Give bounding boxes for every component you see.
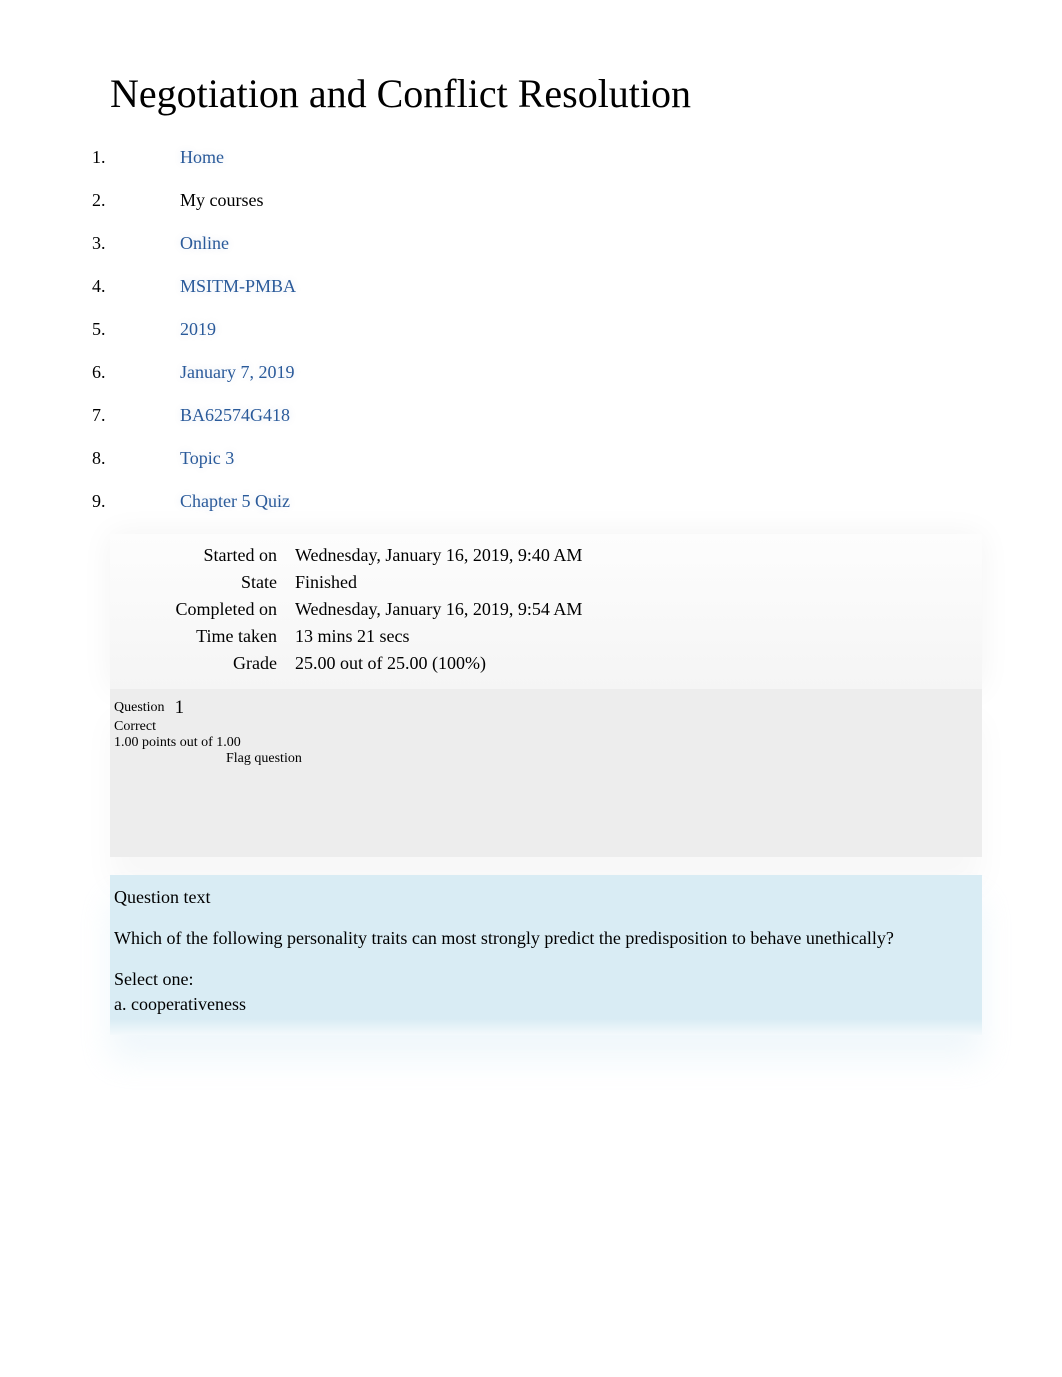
breadcrumb-item-home: Home [110,147,982,168]
summary-value-state: Finished [295,569,982,596]
select-one-label: Select one: [114,969,978,990]
summary-row-started-on: Started on Wednesday, January 16, 2019, … [110,542,982,569]
breadcrumb-link-chapter-5-quiz[interactable]: Chapter 5 Quiz [180,491,290,511]
attempt-summary: Started on Wednesday, January 16, 2019, … [110,534,982,689]
summary-label-completed-on: Completed on [110,596,295,623]
option-a-text: cooperativeness [131,994,246,1014]
question-info-block: Question 1 Correct 1.00 points out of 1.… [110,689,982,857]
summary-value-completed-on: Wednesday, January 16, 2019, 9:54 AM [295,596,982,623]
summary-label-grade: Grade [110,650,295,677]
question-points: 1.00 points out of 1.00 [114,735,982,751]
breadcrumb-link-msitm-pmba[interactable]: MSITM-PMBA [180,276,296,296]
breadcrumb-text-my-courses: My courses [180,190,264,210]
question-number-line: Question 1 [114,697,982,719]
breadcrumb-item-january-7-2019: January 7, 2019 [110,362,982,383]
question-status: Correct [114,719,982,735]
question-content: Question text Which of the following per… [110,875,982,1035]
summary-row-time-taken: Time taken 13 mins 21 secs [110,623,982,650]
summary-row-state: State Finished [110,569,982,596]
summary-label-started-on: Started on [110,542,295,569]
option-a-letter: a. [114,994,127,1014]
option-a[interactable]: a. cooperativeness [114,994,978,1015]
breadcrumb-item-2019: 2019 [110,319,982,340]
breadcrumb-link-topic-3[interactable]: Topic 3 [180,448,234,468]
breadcrumb-item-chapter-5-quiz: Chapter 5 Quiz [110,491,982,512]
breadcrumb-item-topic-3: Topic 3 [110,448,982,469]
summary-row-grade: Grade 25.00 out of 25.00 (100%) [110,650,982,677]
summary-row-completed-on: Completed on Wednesday, January 16, 2019… [110,596,982,623]
summary-value-started-on: Wednesday, January 16, 2019, 9:40 AM [295,542,982,569]
breadcrumb-item-my-courses: My courses [110,190,982,211]
summary-value-time-taken: 13 mins 21 secs [295,623,982,650]
breadcrumb-item-msitm-pmba: MSITM-PMBA [110,276,982,297]
breadcrumb-link-online[interactable]: Online [180,233,229,253]
question-text-heading: Question text [114,887,978,908]
flag-question-link[interactable]: Flag question [114,751,982,767]
summary-label-state: State [110,569,295,596]
question-text-body: Which of the following personality trait… [114,926,978,951]
breadcrumb-link-home[interactable]: Home [180,147,224,167]
breadcrumb-item-ba62574g418: BA62574G418 [110,405,982,426]
question-header: Question 1 Correct 1.00 points out of 1.… [110,697,982,767]
breadcrumb: Home My courses Online MSITM-PMBA 2019 J… [110,147,982,512]
breadcrumb-item-online: Online [110,233,982,254]
breadcrumb-link-january[interactable]: January 7, 2019 [180,362,294,382]
breadcrumb-link-2019[interactable]: 2019 [180,319,216,339]
question-label: Question [114,700,165,716]
summary-label-time-taken: Time taken [110,623,295,650]
question-number: 1 [175,697,185,719]
breadcrumb-link-ba62574g418[interactable]: BA62574G418 [180,405,290,425]
summary-value-grade: 25.00 out of 25.00 (100%) [295,650,982,677]
page-title: Negotiation and Conflict Resolution [110,70,982,117]
